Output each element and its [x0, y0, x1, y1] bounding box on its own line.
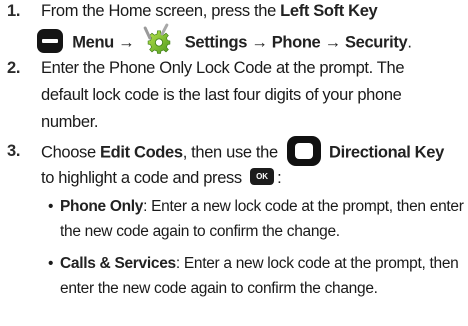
- step-number: 2.: [7, 59, 21, 77]
- edit-codes-label: Edit Codes: [100, 143, 183, 162]
- directional-key-label: Directional Key: [329, 143, 444, 162]
- arrow: →: [324, 33, 342, 52]
- settings-label: Settings: [184, 33, 248, 52]
- menu-label: Menu: [72, 33, 114, 52]
- arrow: →: [118, 33, 135, 52]
- list-line: the new code again to confirm the change…: [60, 222, 340, 240]
- punctuation: .: [407, 33, 412, 52]
- step-number: 1.: [7, 2, 21, 20]
- left-soft-key-label: Left Soft Key: [280, 2, 378, 20]
- list-line: Phone Only: Enter a new lock code at the…: [60, 195, 464, 220]
- punctuation: :: [277, 169, 282, 187]
- list-term: Calls & Services: [60, 255, 176, 272]
- step-line: Choose Edit Codes, then use the Directio…: [41, 136, 466, 166]
- step-number: 3.: [7, 142, 21, 160]
- list-item-text: Calls & Services: Enter a new lock code …: [60, 252, 464, 301]
- list-line: Calls & Services: Enter a new lock code …: [60, 252, 464, 277]
- step-body: From the Home screen, press the Left Sof…: [37, 0, 466, 54]
- list-text: : Enter a new lock code at the prompt, t…: [175, 255, 459, 272]
- list-item-text: Phone Only: Enter a new lock code at the…: [60, 195, 464, 244]
- step-line: number.: [41, 113, 99, 131]
- step-line: Menu → Settings → Phone → Security.: [37, 23, 466, 54]
- security-label: Security: [345, 33, 408, 52]
- step-body: Choose Edit Codes, then use the Directio…: [41, 136, 466, 192]
- step-body: Enter the Phone Only Lock Code at the pr…: [41, 55, 466, 136]
- phone-label: Phone: [271, 33, 321, 52]
- step-text: Choose: [41, 143, 101, 162]
- arrow: →: [251, 33, 268, 52]
- list-line: enter the new code again to confirm the …: [60, 279, 378, 297]
- list-term: Phone Only: [60, 198, 144, 215]
- bullet-marker: •: [48, 198, 54, 215]
- step-text: From the Home screen, press the: [41, 2, 281, 20]
- step-line: to highlight a code and press OK:: [41, 165, 466, 192]
- directional-key-icon: [287, 136, 322, 166]
- ok-key-icon: OK: [250, 168, 275, 186]
- instruction-document: 1. From the Home screen, press the Left …: [0, 0, 468, 326]
- step-text: to highlight a code and press: [41, 169, 247, 187]
- settings-icon: [143, 23, 170, 54]
- bullet-marker: •: [48, 255, 54, 272]
- left-soft-key-icon: [37, 29, 63, 53]
- step-text: , then use the: [182, 143, 283, 162]
- step-line: default lock code is the last four digit…: [41, 86, 402, 104]
- step-line: From the Home screen, press the Left Sof…: [41, 0, 466, 25]
- step-line: Enter the Phone Only Lock Code at the pr…: [41, 59, 405, 77]
- list-text: : Enter a new lock code at the prompt, t…: [143, 198, 464, 215]
